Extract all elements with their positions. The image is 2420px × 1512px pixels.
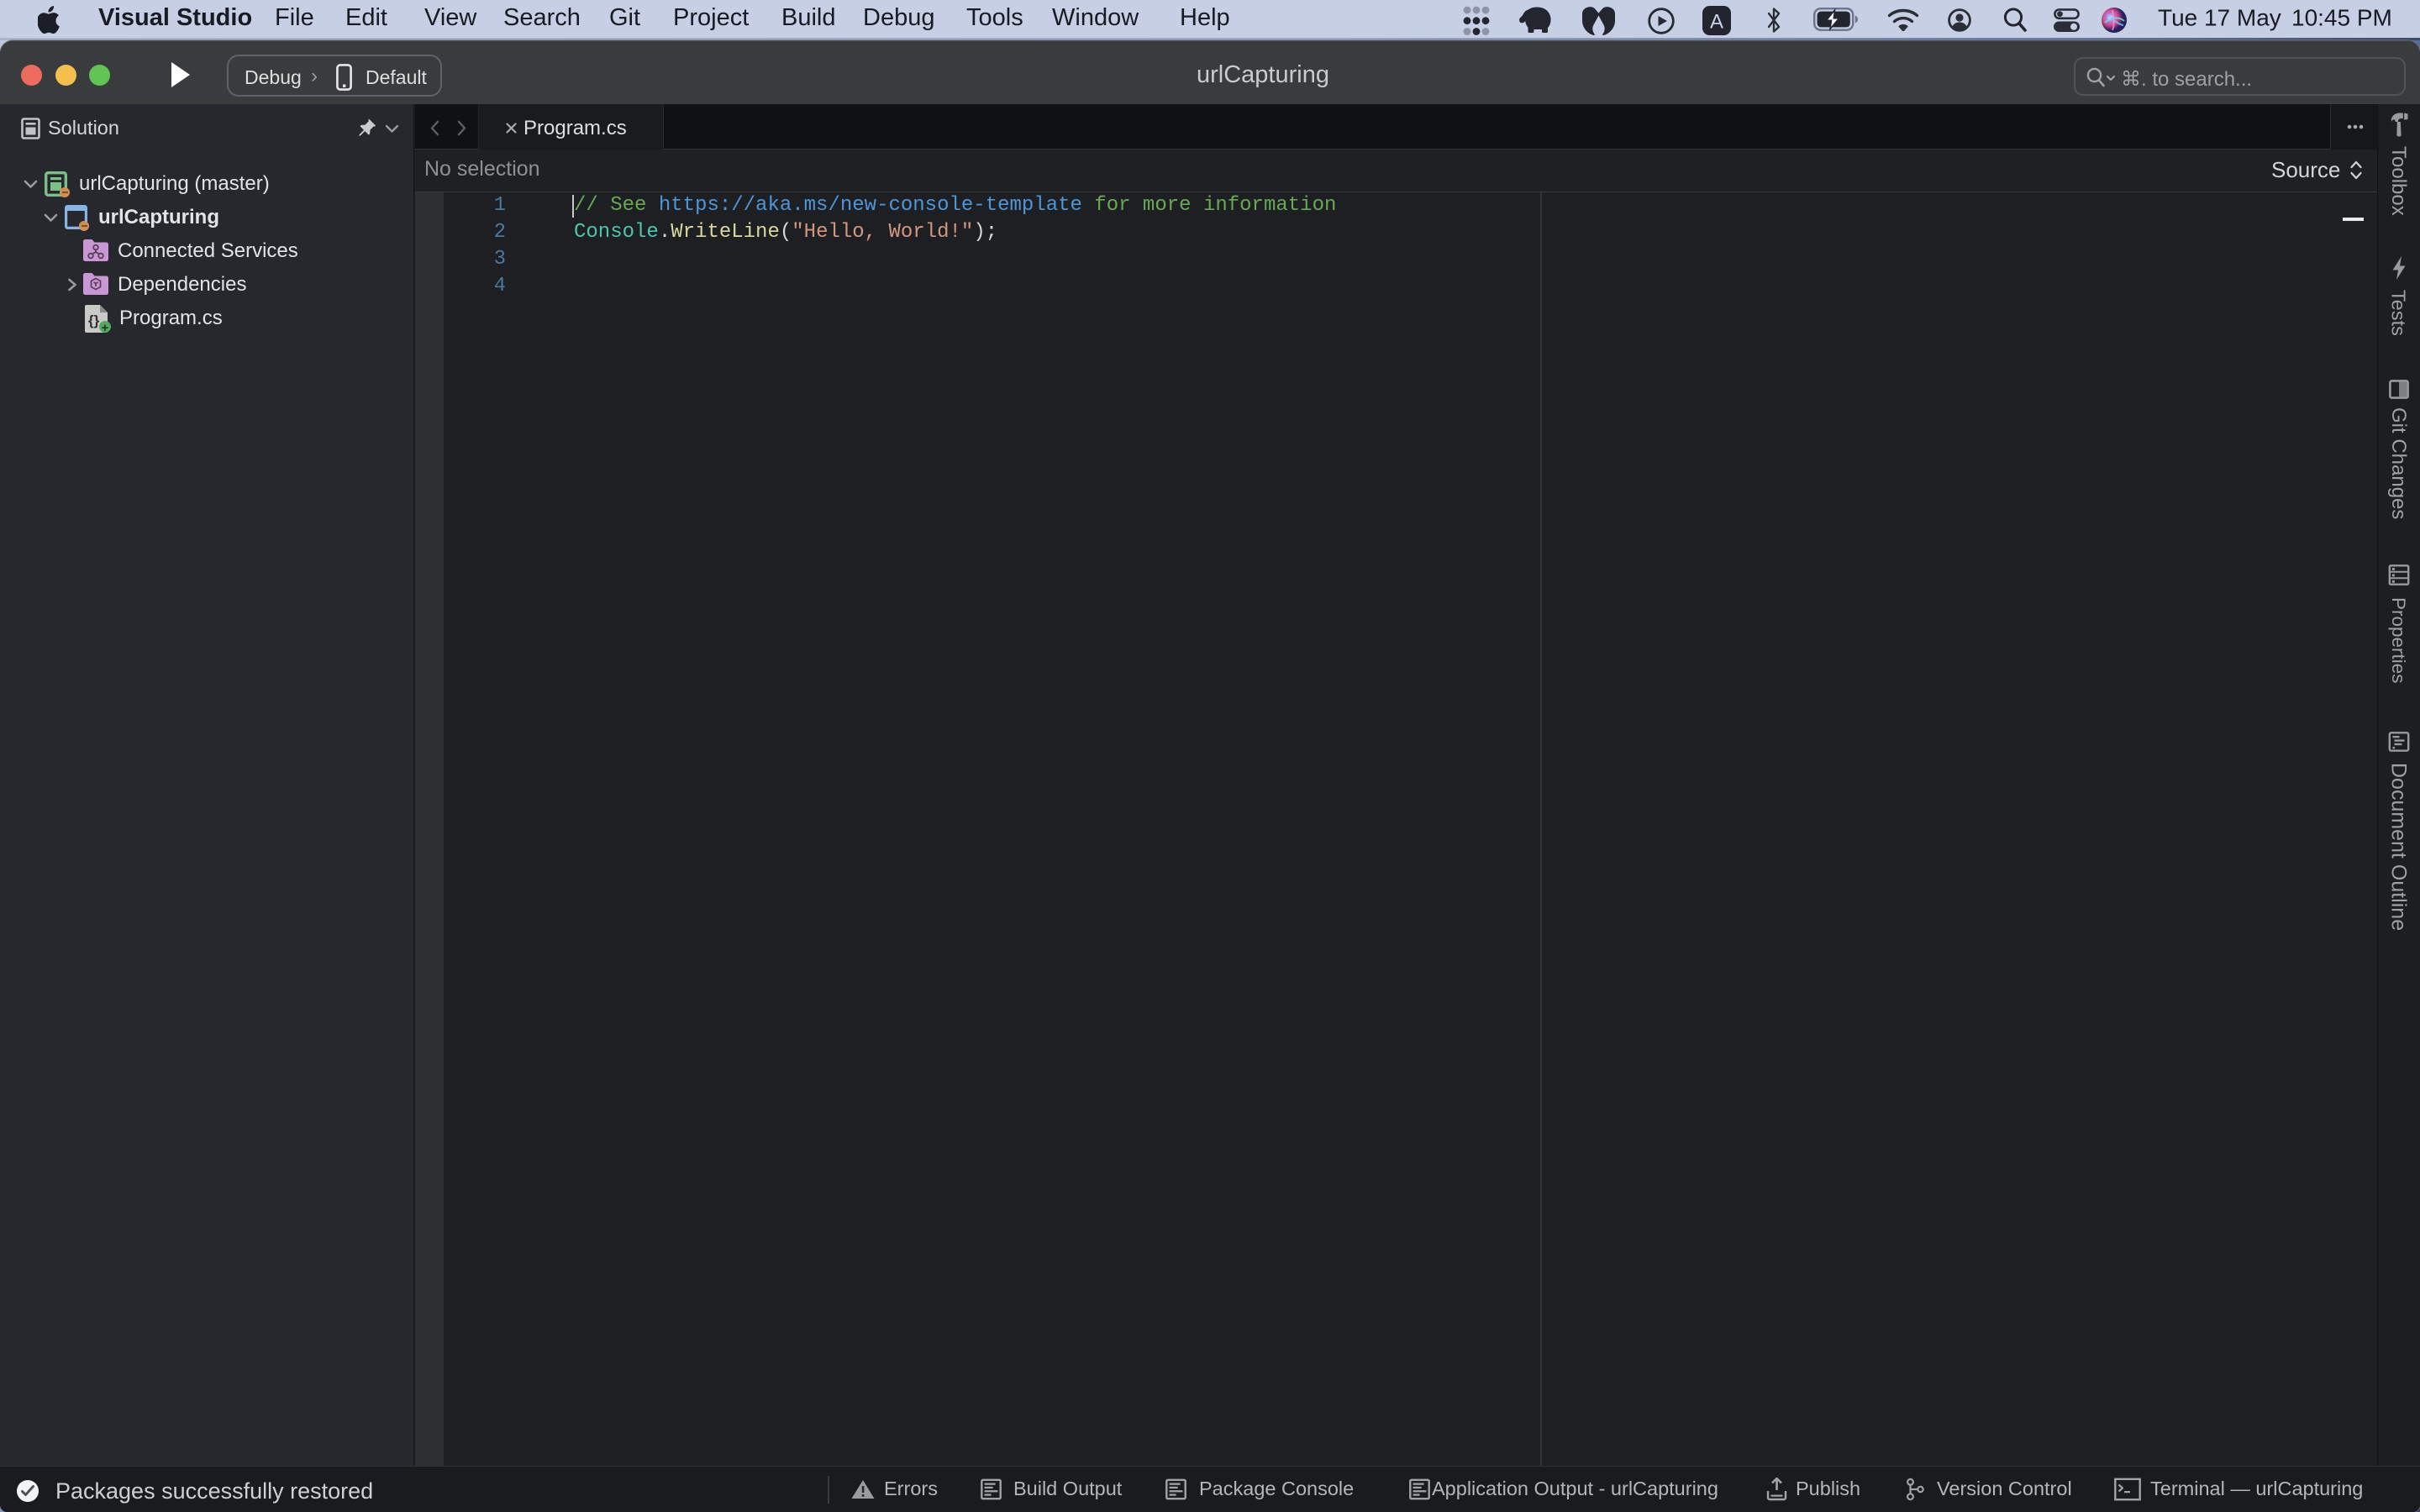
svg-text:{}: {}: [88, 312, 100, 328]
svg-text:A: A: [1710, 11, 1723, 34]
